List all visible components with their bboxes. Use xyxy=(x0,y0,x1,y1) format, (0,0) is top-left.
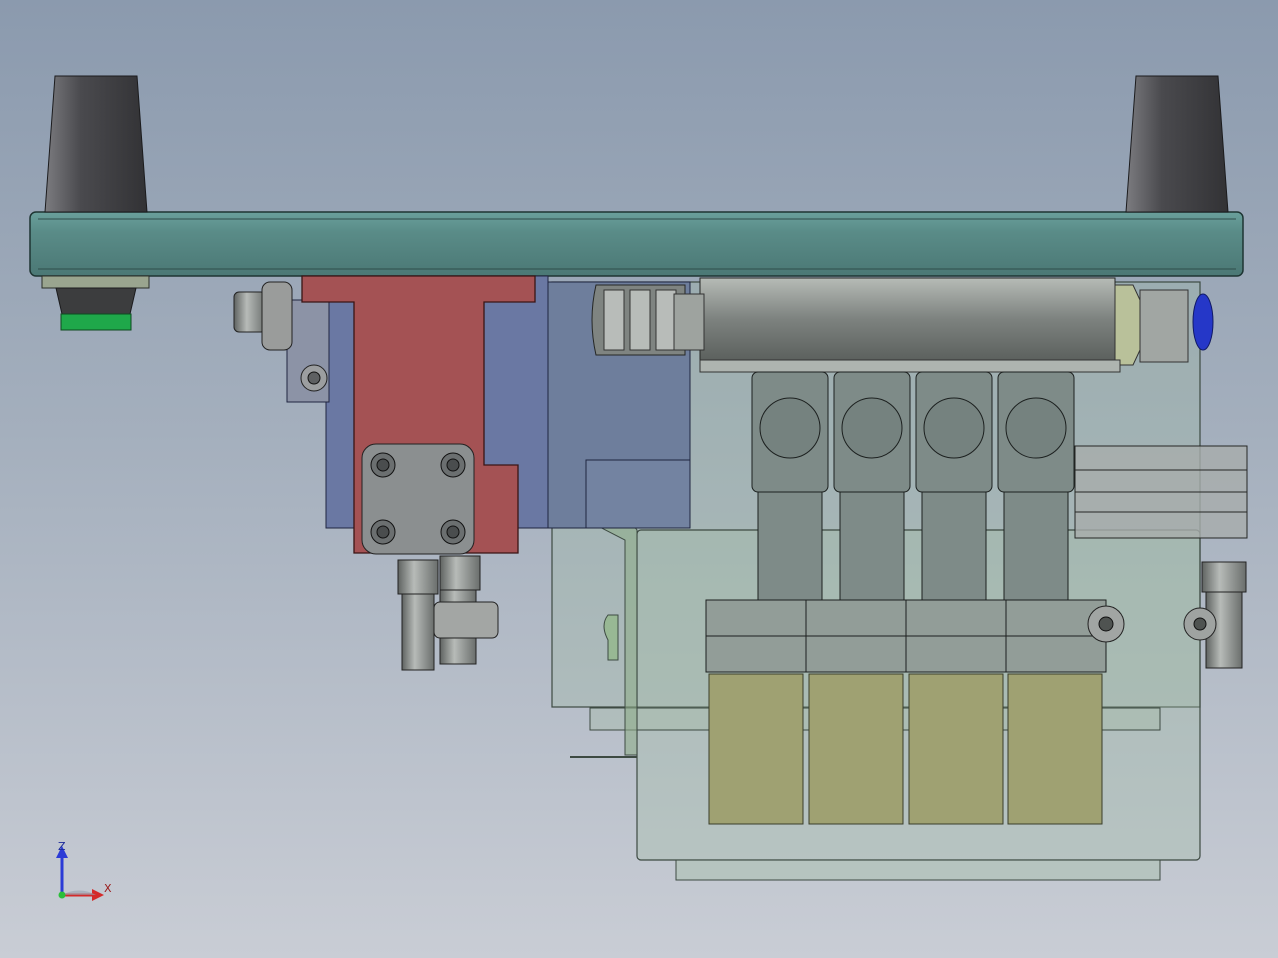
left-cone xyxy=(44,75,148,213)
green-connector xyxy=(41,275,150,331)
cad-viewport[interactable]: Z X xyxy=(0,0,1278,958)
axis-triad: Z X xyxy=(56,840,112,901)
z-axis-label: Z xyxy=(58,840,66,853)
valve-bases xyxy=(705,599,1107,673)
solenoid-valve xyxy=(751,371,829,601)
solenoid-valve xyxy=(833,371,911,601)
x-axis-label: X xyxy=(104,882,112,895)
assembly-drawing: Z X xyxy=(29,75,1248,901)
bottom-fittings xyxy=(397,555,499,671)
solenoid-valve xyxy=(915,371,993,601)
right-cone xyxy=(1125,75,1229,213)
solenoid-valve xyxy=(997,371,1075,601)
right-rail xyxy=(1074,445,1248,539)
top-plate xyxy=(29,211,1244,277)
y-axis-dot xyxy=(58,891,66,899)
